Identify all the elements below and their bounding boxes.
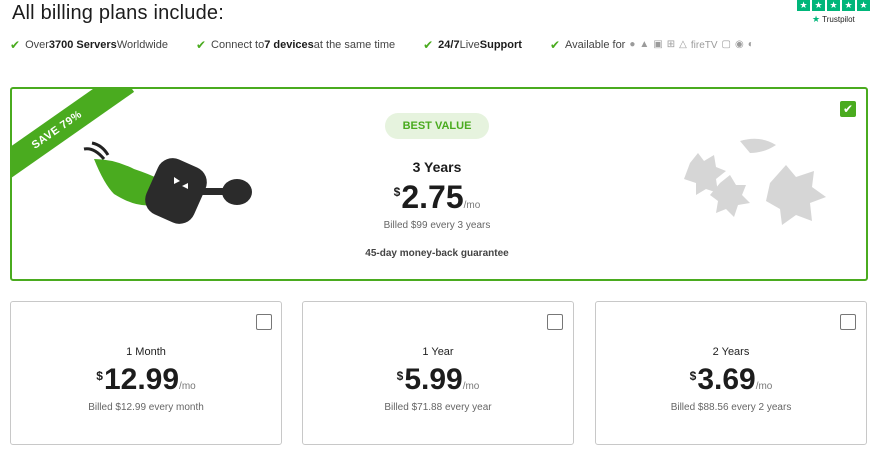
trustpilot-star-icon: ★ <box>797 0 810 11</box>
firefox-icon: ◐ <box>747 39 754 50</box>
plan-title: 1 Month <box>126 346 166 358</box>
plan-price: $5.99/mo <box>396 363 480 396</box>
trustpilot-star-icon: ★ <box>827 0 840 11</box>
chrome-icon: ◉ <box>734 39 744 50</box>
feature-platforms: ✔ Available for ● ▲ ▣ ⊞ △ fireTV ▢ ◉ ◐ <box>549 38 754 52</box>
plan-1-month-checkbox[interactable] <box>256 314 272 330</box>
plan-card-1-month[interactable]: 1 Month $12.99/mo Billed $12.99 every mo… <box>10 301 282 445</box>
plan-price: $12.99/mo <box>96 363 196 396</box>
linux-icon: △ <box>679 39 687 50</box>
mascot-illustration <box>83 141 252 224</box>
mac-icon: ▣ <box>653 39 663 50</box>
trustpilot-star-icon: ★ <box>857 0 870 11</box>
monsters-illustration <box>684 138 826 225</box>
plan-billed-text: Billed $71.88 every year <box>384 402 492 413</box>
plan-billed-text: Billed $99 every 3 years <box>383 220 491 231</box>
trustpilot-logo-icon: ★ <box>812 14 821 24</box>
features-row: ✔ Over 3700 Servers Worldwide ✔ Connect … <box>10 38 870 52</box>
plan-card-2-years[interactable]: 2 Years $3.69/mo Billed $88.56 every 2 y… <box>595 301 867 445</box>
plan-title: 3 Years <box>412 159 462 175</box>
apple-icon: ● <box>629 39 636 50</box>
plan-price: $3.69/mo <box>689 363 773 396</box>
check-icon: ✔ <box>10 38 21 52</box>
trustpilot-rating: ★ ★ ★ ★ ★ <box>797 0 875 11</box>
trustpilot-widget[interactable]: ★ ★ ★ ★ ★ ★ Trustpilot <box>797 0 875 25</box>
plan-1-year-checkbox[interactable] <box>547 314 563 330</box>
plan-title: 2 Years <box>712 346 750 358</box>
plan-title: 1 Year <box>422 346 454 358</box>
check-icon: ✔ <box>549 38 561 52</box>
plan-card-3-years[interactable]: SAVE 79% ✔ BEST VALUE 3 Years $2.75/mo B… <box>10 87 868 281</box>
check-icon: ✔ <box>195 38 207 52</box>
feature-support: ✔ 24/7 Live Support <box>423 38 522 52</box>
check-icon: ✔ <box>423 38 434 52</box>
guarantee-text: 45-day money-back guarantee <box>365 248 509 259</box>
trustpilot-star-icon: ★ <box>812 0 825 11</box>
page-title: All billing plans include: <box>12 2 224 24</box>
plan-3-years-checkbox[interactable]: ✔ <box>840 101 856 117</box>
feature-devices: ✔ Connect to 7 devices at the same time <box>195 38 396 52</box>
trustpilot-star-icon: ★ <box>842 0 855 11</box>
platform-icons: ● ▲ ▣ ⊞ △ fireTV ▢ ◉ ◐ <box>629 40 753 51</box>
plan-card-1-year[interactable]: 1 Year $5.99/mo Billed $71.88 every year <box>302 301 574 445</box>
plan-billed-text: Billed $12.99 every month <box>88 402 204 413</box>
firetv-icon: fireTV <box>690 39 718 51</box>
plan-price: $2.75/mo <box>393 179 481 215</box>
windows-icon: ⊞ <box>666 39 676 50</box>
feature-servers: ✔ Over 3700 Servers Worldwide <box>10 38 168 52</box>
plan-billed-text: Billed $88.56 every 2 years <box>670 402 792 413</box>
best-value-badge: BEST VALUE <box>385 113 489 139</box>
trustpilot-label: Trustpilot <box>822 15 855 24</box>
android-icon: ▲ <box>639 39 650 50</box>
router-icon: ▢ <box>721 39 731 50</box>
plan-2-years-checkbox[interactable] <box>840 314 856 330</box>
